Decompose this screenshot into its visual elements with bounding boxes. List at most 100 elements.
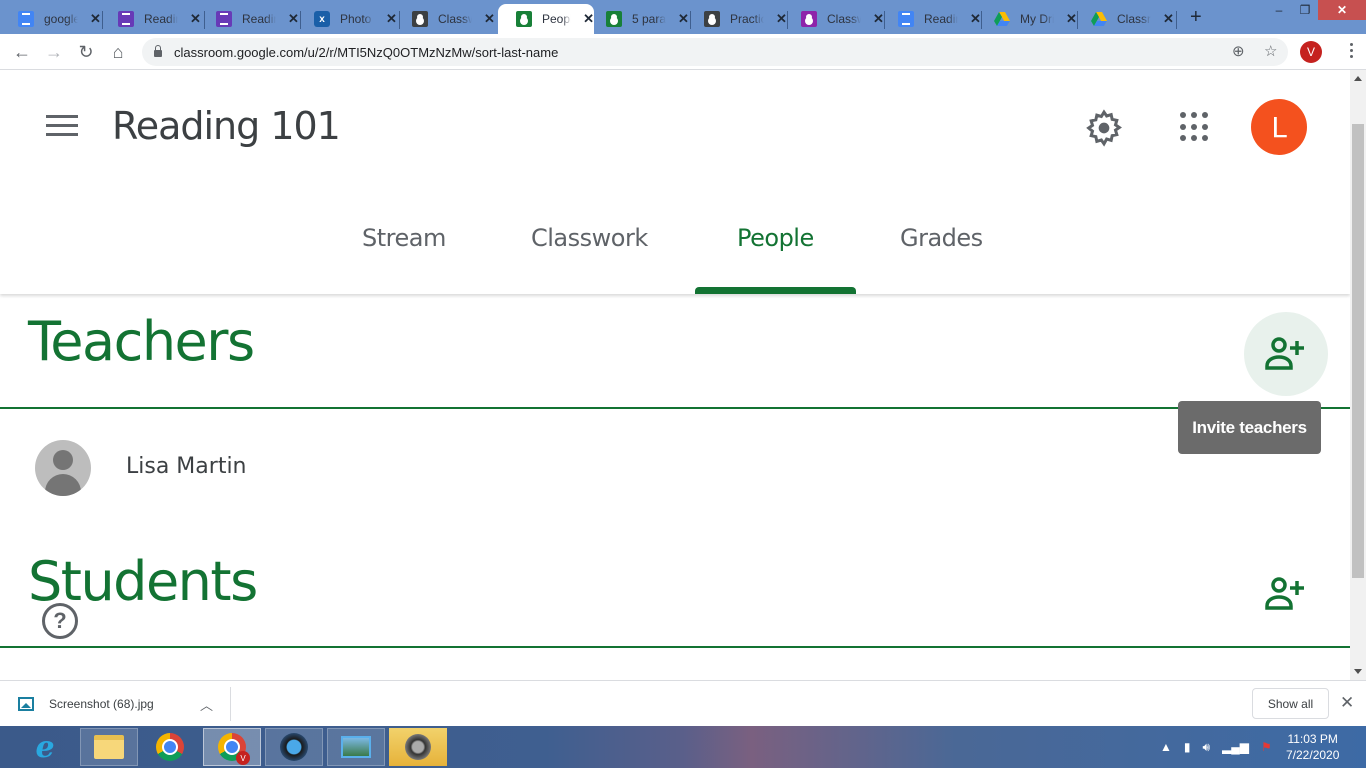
camera-app-icon[interactable] bbox=[389, 728, 447, 766]
browser-tab[interactable]: x Photo ✕ bbox=[296, 4, 400, 34]
download-options-chevron-icon[interactable]: ︿ bbox=[200, 695, 213, 714]
tab-label: People bbox=[737, 224, 814, 252]
classroom-page: Reading 101 L Stream Classwork People Gr… bbox=[0, 70, 1350, 680]
system-tray: ▲ ▮ 🔊︎ ▂▄▆ ⚑ bbox=[1160, 726, 1284, 768]
clock-date: 7/22/2020 bbox=[1286, 748, 1340, 762]
scroll-down-arrow-icon[interactable] bbox=[1354, 669, 1362, 674]
tab-label: Stream bbox=[362, 224, 446, 252]
action-center-flag-icon[interactable]: ⚑ bbox=[1261, 740, 1272, 754]
tab-label: Grades bbox=[900, 224, 983, 252]
class-title[interactable]: Reading 101 bbox=[112, 104, 341, 148]
bookmark-star-icon[interactable]: ☆ bbox=[1264, 42, 1277, 60]
tab-title: Classwork bbox=[827, 12, 861, 26]
address-bar[interactable]: classroom.google.com/u/2/r/MTI5NzQ0OTMzN… bbox=[142, 38, 1288, 66]
zoom-icon[interactable]: ⊕ bbox=[1232, 42, 1245, 60]
browser-tab[interactable]: Classwork ✕ bbox=[783, 4, 885, 34]
chrome-profile-icon[interactable]: V bbox=[203, 728, 261, 766]
browser-tab-strip: google ✕ Reading ✕ Reading ✕ x Photo ✕ C… bbox=[0, 0, 1366, 34]
tab-grades[interactable]: Grades bbox=[900, 220, 983, 294]
browser-menu-icon[interactable] bbox=[1350, 43, 1354, 61]
internet-explorer-icon[interactable]: e bbox=[16, 728, 74, 766]
url-text[interactable]: classroom.google.com/u/2/r/MTI5NzQ0OTMzN… bbox=[174, 45, 558, 60]
new-tab-button[interactable]: + bbox=[1190, 6, 1202, 29]
minimize-button[interactable]: – bbox=[1266, 0, 1292, 20]
tab-title: Reading bbox=[924, 12, 958, 26]
students-divider bbox=[0, 646, 1350, 648]
tab-label: Classwork bbox=[531, 224, 648, 252]
download-item[interactable]: Screenshot (68).jpg bbox=[18, 681, 154, 727]
chrome-icon[interactable] bbox=[141, 728, 199, 766]
home-button[interactable]: ⌂ bbox=[106, 40, 130, 64]
lock-icon[interactable] bbox=[154, 45, 162, 57]
forms-icon bbox=[216, 11, 232, 27]
class-nav-tabs: Stream Classwork People Grades bbox=[0, 220, 1350, 294]
tab-title: Practice bbox=[730, 12, 764, 26]
browser-toolbar: ← → ↻ ⌂ classroom.google.com/u/2/r/MTI5N… bbox=[0, 34, 1366, 70]
profile-avatar[interactable]: V bbox=[1300, 41, 1322, 63]
file-explorer-icon[interactable] bbox=[80, 728, 138, 766]
tab-stream[interactable]: Stream bbox=[362, 220, 446, 294]
reload-button[interactable]: ↻ bbox=[74, 40, 98, 64]
network-signal-icon[interactable]: ▂▄▆ bbox=[1222, 740, 1249, 754]
forms-icon bbox=[118, 11, 134, 27]
close-tab-icon[interactable]: ✕ bbox=[1163, 11, 1174, 27]
drive-icon bbox=[1091, 11, 1107, 27]
google-apps-icon[interactable] bbox=[1180, 112, 1210, 142]
maximize-button[interactable]: ❐ bbox=[1292, 0, 1318, 20]
browser-tab[interactable]: Classroom ✕ bbox=[1073, 4, 1177, 34]
browser-tab-active[interactable]: People ✕ bbox=[498, 4, 594, 34]
scroll-up-arrow-icon[interactable] bbox=[1354, 76, 1362, 81]
tab-title: Reading bbox=[144, 12, 178, 26]
classroom-icon bbox=[801, 11, 817, 27]
clock-time: 11:03 PM bbox=[1287, 732, 1338, 746]
browser-tab[interactable]: 5 paragraph ✕ bbox=[588, 4, 691, 34]
drive-icon bbox=[994, 11, 1010, 27]
teachers-divider bbox=[0, 407, 1350, 409]
battery-icon[interactable]: ▮ bbox=[1184, 740, 1191, 754]
close-window-button[interactable]: ✕ bbox=[1318, 0, 1366, 20]
tab-title: People bbox=[542, 12, 571, 26]
back-button[interactable]: ← bbox=[10, 40, 34, 64]
docs-icon bbox=[18, 11, 34, 27]
browser-tab[interactable]: Classwork ✕ bbox=[394, 4, 496, 34]
browser-tab[interactable]: My Drive ✕ bbox=[976, 4, 1078, 34]
download-filename[interactable]: Screenshot (68).jpg bbox=[49, 697, 154, 711]
browser-tab[interactable]: Practice ✕ bbox=[686, 4, 788, 34]
media-player-icon[interactable] bbox=[265, 728, 323, 766]
photos-icon[interactable] bbox=[327, 728, 385, 766]
volume-icon[interactable]: 🔊︎ bbox=[1203, 740, 1211, 755]
page-scrollbar[interactable] bbox=[1350, 70, 1366, 680]
invite-teachers-button[interactable] bbox=[1244, 312, 1328, 396]
tab-title: 5 paragraph bbox=[632, 12, 666, 26]
show-hidden-icons-icon[interactable]: ▲ bbox=[1160, 740, 1172, 754]
tab-separator bbox=[1176, 11, 1177, 29]
classroom-icon bbox=[412, 11, 428, 27]
main-menu-icon[interactable] bbox=[46, 115, 78, 139]
browser-tab[interactable]: Reading ✕ bbox=[198, 4, 301, 34]
scrollbar-thumb[interactable] bbox=[1352, 124, 1364, 578]
tab-title: Classroom bbox=[1117, 12, 1151, 26]
tab-people[interactable]: People bbox=[695, 220, 856, 294]
close-tab-icon[interactable]: ✕ bbox=[484, 11, 495, 27]
invite-students-button[interactable] bbox=[1244, 552, 1328, 636]
settings-gear-icon[interactable] bbox=[1084, 108, 1124, 148]
show-all-button[interactable]: Show all bbox=[1252, 688, 1329, 719]
teacher-avatar bbox=[35, 440, 91, 496]
forward-button[interactable]: → bbox=[42, 40, 66, 64]
help-icon[interactable]: ? bbox=[42, 603, 78, 639]
account-avatar[interactable]: L bbox=[1251, 99, 1307, 155]
photo-editor-icon: x bbox=[314, 11, 330, 27]
chrome-profile-badge: V bbox=[236, 751, 250, 765]
browser-tab[interactable]: Reading ✕ bbox=[100, 4, 205, 34]
tab-classwork[interactable]: Classwork bbox=[531, 220, 648, 294]
tab-title: Reading bbox=[242, 12, 276, 26]
system-clock[interactable]: 11:03 PM 7/22/2020 bbox=[1286, 731, 1339, 763]
docs-icon bbox=[898, 11, 914, 27]
close-shelf-icon[interactable]: ✕ bbox=[1340, 693, 1354, 713]
image-file-icon bbox=[18, 697, 34, 711]
tab-title: My Drive bbox=[1020, 12, 1054, 26]
teachers-heading: Teachers bbox=[28, 310, 255, 373]
browser-tab[interactable]: google ✕ bbox=[0, 4, 103, 34]
add-person-icon bbox=[1265, 577, 1304, 610]
browser-tab[interactable]: Reading ✕ bbox=[880, 4, 982, 34]
